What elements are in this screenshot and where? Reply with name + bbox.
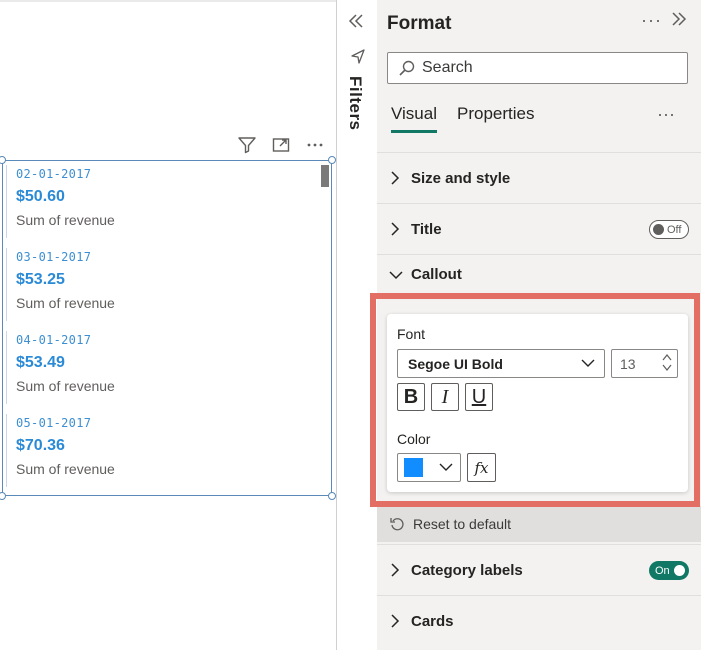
resize-handle[interactable] xyxy=(328,492,336,500)
card-label: Sum of revenue xyxy=(16,212,115,228)
reset-icon xyxy=(389,516,405,532)
chevron-down-icon xyxy=(438,460,454,479)
font-label: Font xyxy=(397,326,426,342)
conditional-format-button[interactable]: fx xyxy=(467,453,496,482)
category-labels-toggle[interactable]: On xyxy=(649,561,689,580)
format-pane-header: Format ··· xyxy=(377,0,701,50)
search-input[interactable] xyxy=(422,59,672,77)
app-root: 02-01-2017 $50.60 Sum of revenue 03-01-2… xyxy=(0,0,701,650)
chevron-down-icon xyxy=(662,364,672,371)
card-category: 04-01-2017 xyxy=(16,333,92,347)
color-picker[interactable] xyxy=(397,453,461,482)
chevron-up-icon xyxy=(662,354,672,361)
card-value: $70.36 xyxy=(16,437,65,454)
section-label: Title xyxy=(411,220,442,238)
format-pane: Format ··· Visual Properties ··· Size an… xyxy=(377,0,701,650)
card-label: Sum of revenue xyxy=(16,378,115,394)
more-options-icon[interactable]: ··· xyxy=(657,104,675,125)
section-label: Size and style xyxy=(411,169,511,187)
font-size-value: 13 xyxy=(620,355,636,372)
section-category-labels[interactable]: Category labels On xyxy=(377,544,701,595)
chevron-right-icon xyxy=(389,171,403,185)
card-item: 03-01-2017 $53.25 Sum of revenue xyxy=(3,244,321,327)
bold-button[interactable]: B xyxy=(397,383,425,411)
chevron-right-icon xyxy=(389,563,403,577)
filters-pane-collapsed: Filters xyxy=(336,0,377,650)
more-options-icon[interactable]: ··· xyxy=(641,10,662,31)
collapse-left-icon[interactable] xyxy=(347,12,365,35)
visual-header-toolbar xyxy=(236,134,326,156)
toggle-knob xyxy=(653,224,664,235)
underline-button[interactable]: U xyxy=(465,383,493,411)
tab-properties[interactable]: Properties xyxy=(457,104,534,133)
resize-handle[interactable] xyxy=(0,492,6,500)
section-label: Cards xyxy=(411,612,454,630)
card-value: $53.25 xyxy=(16,271,65,288)
card-item: 02-01-2017 $50.60 Sum of revenue xyxy=(3,161,321,244)
chevron-right-icon xyxy=(389,222,403,236)
font-family-dropdown[interactable]: Segoe UI Bold xyxy=(397,349,605,378)
filter-icon[interactable] xyxy=(236,134,258,156)
report-canvas: 02-01-2017 $50.60 Sum of revenue 03-01-2… xyxy=(0,0,336,650)
focus-mode-icon[interactable] xyxy=(270,134,292,156)
filters-label[interactable]: Filters xyxy=(345,76,365,131)
toggle-knob xyxy=(673,565,685,576)
tab-visual[interactable]: Visual xyxy=(391,104,437,133)
card-label: Sum of revenue xyxy=(16,461,115,477)
section-cards[interactable]: Cards xyxy=(377,595,701,646)
chevron-down-icon xyxy=(389,268,403,282)
pane-title: Format xyxy=(387,13,452,34)
card-value: $53.49 xyxy=(16,354,65,371)
section-size-and-style[interactable]: Size and style xyxy=(377,152,701,203)
search-box[interactable] xyxy=(387,52,688,84)
color-label: Color xyxy=(397,431,431,447)
resize-handle[interactable] xyxy=(328,156,336,164)
canvas-divider xyxy=(0,0,336,2)
section-label: Callout xyxy=(411,266,462,283)
card-list: 02-01-2017 $50.60 Sum of revenue 03-01-2… xyxy=(3,161,321,493)
stepper-arrows[interactable] xyxy=(661,352,673,373)
color-swatch xyxy=(404,458,423,477)
callout-font-card: Font Segoe UI Bold 13 B I U Color fx xyxy=(387,314,688,492)
search-icon xyxy=(398,59,416,77)
format-tabs: Visual Properties xyxy=(391,104,534,133)
reset-to-default[interactable]: Reset to default xyxy=(377,506,701,542)
collapse-right-icon[interactable] xyxy=(670,10,688,33)
toggle-label: Off xyxy=(667,223,682,236)
title-toggle[interactable]: Off xyxy=(649,220,689,239)
card-category: 03-01-2017 xyxy=(16,250,92,264)
multi-row-card-visual[interactable]: 02-01-2017 $50.60 Sum of revenue 03-01-2… xyxy=(2,160,332,496)
filter-icon xyxy=(350,48,366,69)
card-label: Sum of revenue xyxy=(16,295,115,311)
font-family-value: Segoe UI Bold xyxy=(408,355,503,372)
card-category: 05-01-2017 xyxy=(16,416,92,430)
section-callout[interactable]: Callout xyxy=(377,254,701,294)
card-item: 04-01-2017 $53.49 Sum of revenue xyxy=(3,327,321,410)
scrollbar-thumb[interactable] xyxy=(321,165,329,187)
font-size-stepper[interactable]: 13 xyxy=(611,349,678,378)
more-options-icon[interactable] xyxy=(304,134,326,156)
toggle-label: On xyxy=(655,564,670,577)
chevron-right-icon xyxy=(389,614,403,628)
card-category: 02-01-2017 xyxy=(16,167,92,181)
card-item: 05-01-2017 $70.36 Sum of revenue xyxy=(3,410,321,493)
chevron-down-icon xyxy=(580,356,596,373)
italic-button[interactable]: I xyxy=(431,383,459,411)
reset-label: Reset to default xyxy=(413,516,512,532)
card-value: $50.60 xyxy=(16,188,65,205)
section-label: Category labels xyxy=(411,561,523,579)
section-title[interactable]: Title Off xyxy=(377,203,701,254)
